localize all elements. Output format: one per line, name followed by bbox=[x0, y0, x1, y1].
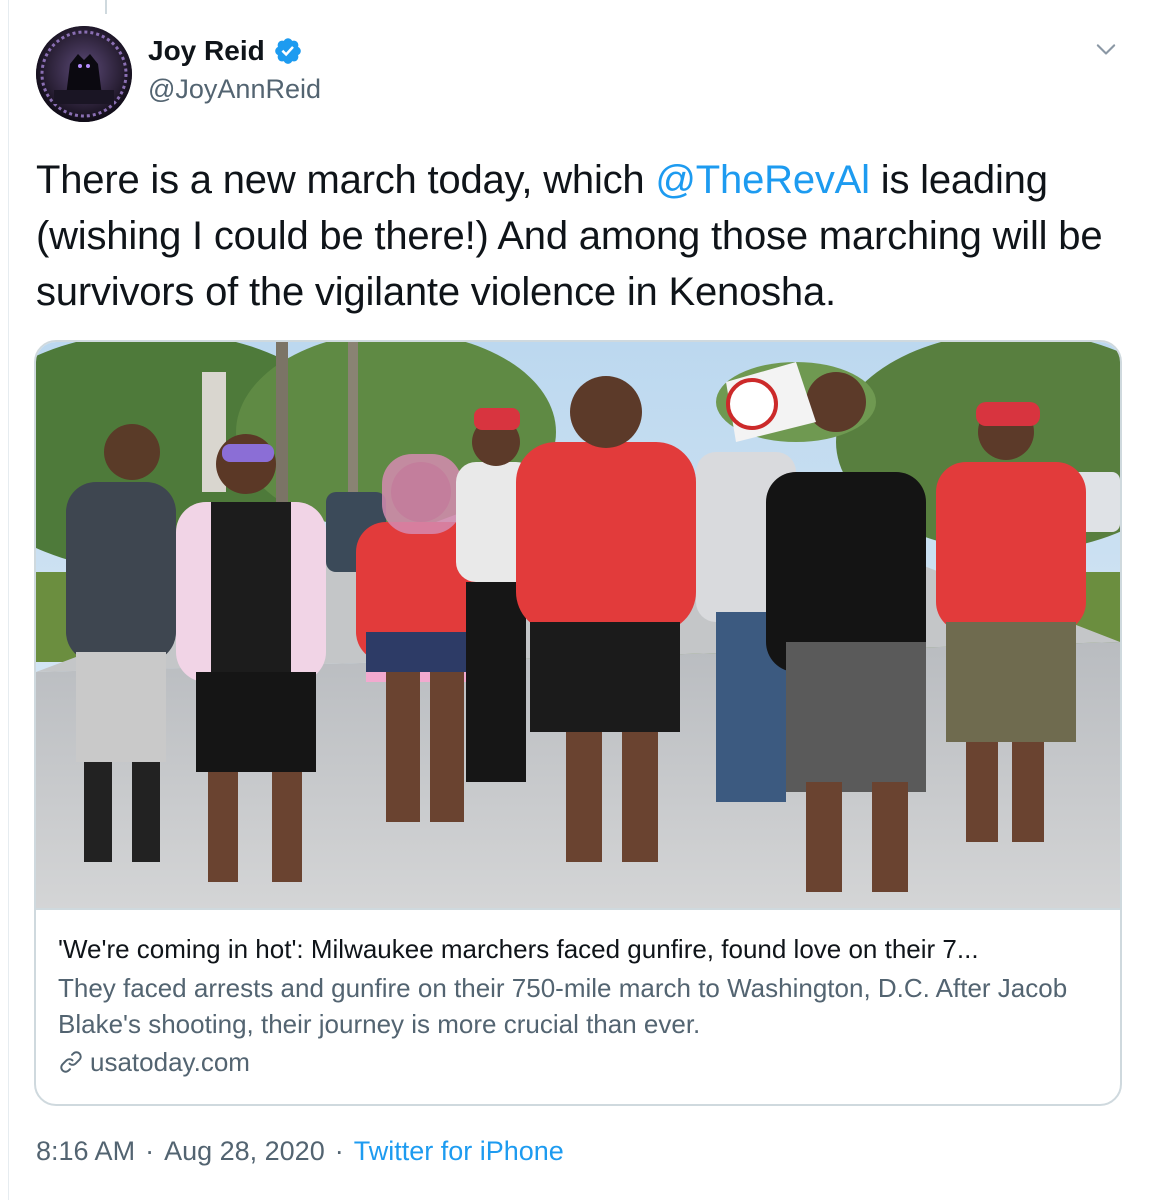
card-domain-text: usatoday.com bbox=[90, 1047, 250, 1077]
link-card[interactable]: 'We're coming in hot': Milwaukee marcher… bbox=[34, 340, 1122, 1106]
tweet-text-part: There is a new march today, which bbox=[36, 158, 656, 202]
left-border bbox=[8, 0, 9, 1200]
verified-badge-icon bbox=[274, 38, 301, 64]
thread-connector bbox=[105, 0, 107, 14]
mention-link[interactable]: @TheRevAl bbox=[655, 158, 870, 202]
tweet-text: There is a new march today, which @TheRe… bbox=[36, 152, 1126, 320]
card-title[interactable]: 'We're coming in hot': Milwaukee marcher… bbox=[58, 932, 1098, 966]
tweet-source[interactable]: Twitter for iPhone bbox=[354, 1136, 564, 1167]
card-domain[interactable]: usatoday.com bbox=[58, 1044, 1098, 1080]
card-meta: 'We're coming in hot': Milwaukee marcher… bbox=[58, 932, 1098, 1080]
card-image[interactable] bbox=[36, 342, 1120, 910]
tweet-footer: 8:16 AM · Aug 28, 2020 · Twitter for iPh… bbox=[36, 1136, 564, 1167]
display-name[interactable]: Joy Reid bbox=[148, 35, 265, 67]
tweet-header: Joy Reid @JoyAnnReid bbox=[36, 26, 1126, 126]
card-description: They faced arrests and gunfire on their … bbox=[58, 973, 1068, 1039]
handle[interactable]: @JoyAnnReid bbox=[148, 74, 321, 105]
chevron-down-icon[interactable] bbox=[1092, 36, 1120, 64]
separator: · bbox=[334, 1136, 344, 1166]
separator: · bbox=[145, 1136, 155, 1166]
tweet-date[interactable]: Aug 28, 2020 bbox=[164, 1136, 325, 1167]
tweet-time[interactable]: 8:16 AM bbox=[36, 1136, 135, 1167]
link-icon bbox=[60, 1051, 82, 1073]
avatar[interactable] bbox=[36, 26, 132, 122]
